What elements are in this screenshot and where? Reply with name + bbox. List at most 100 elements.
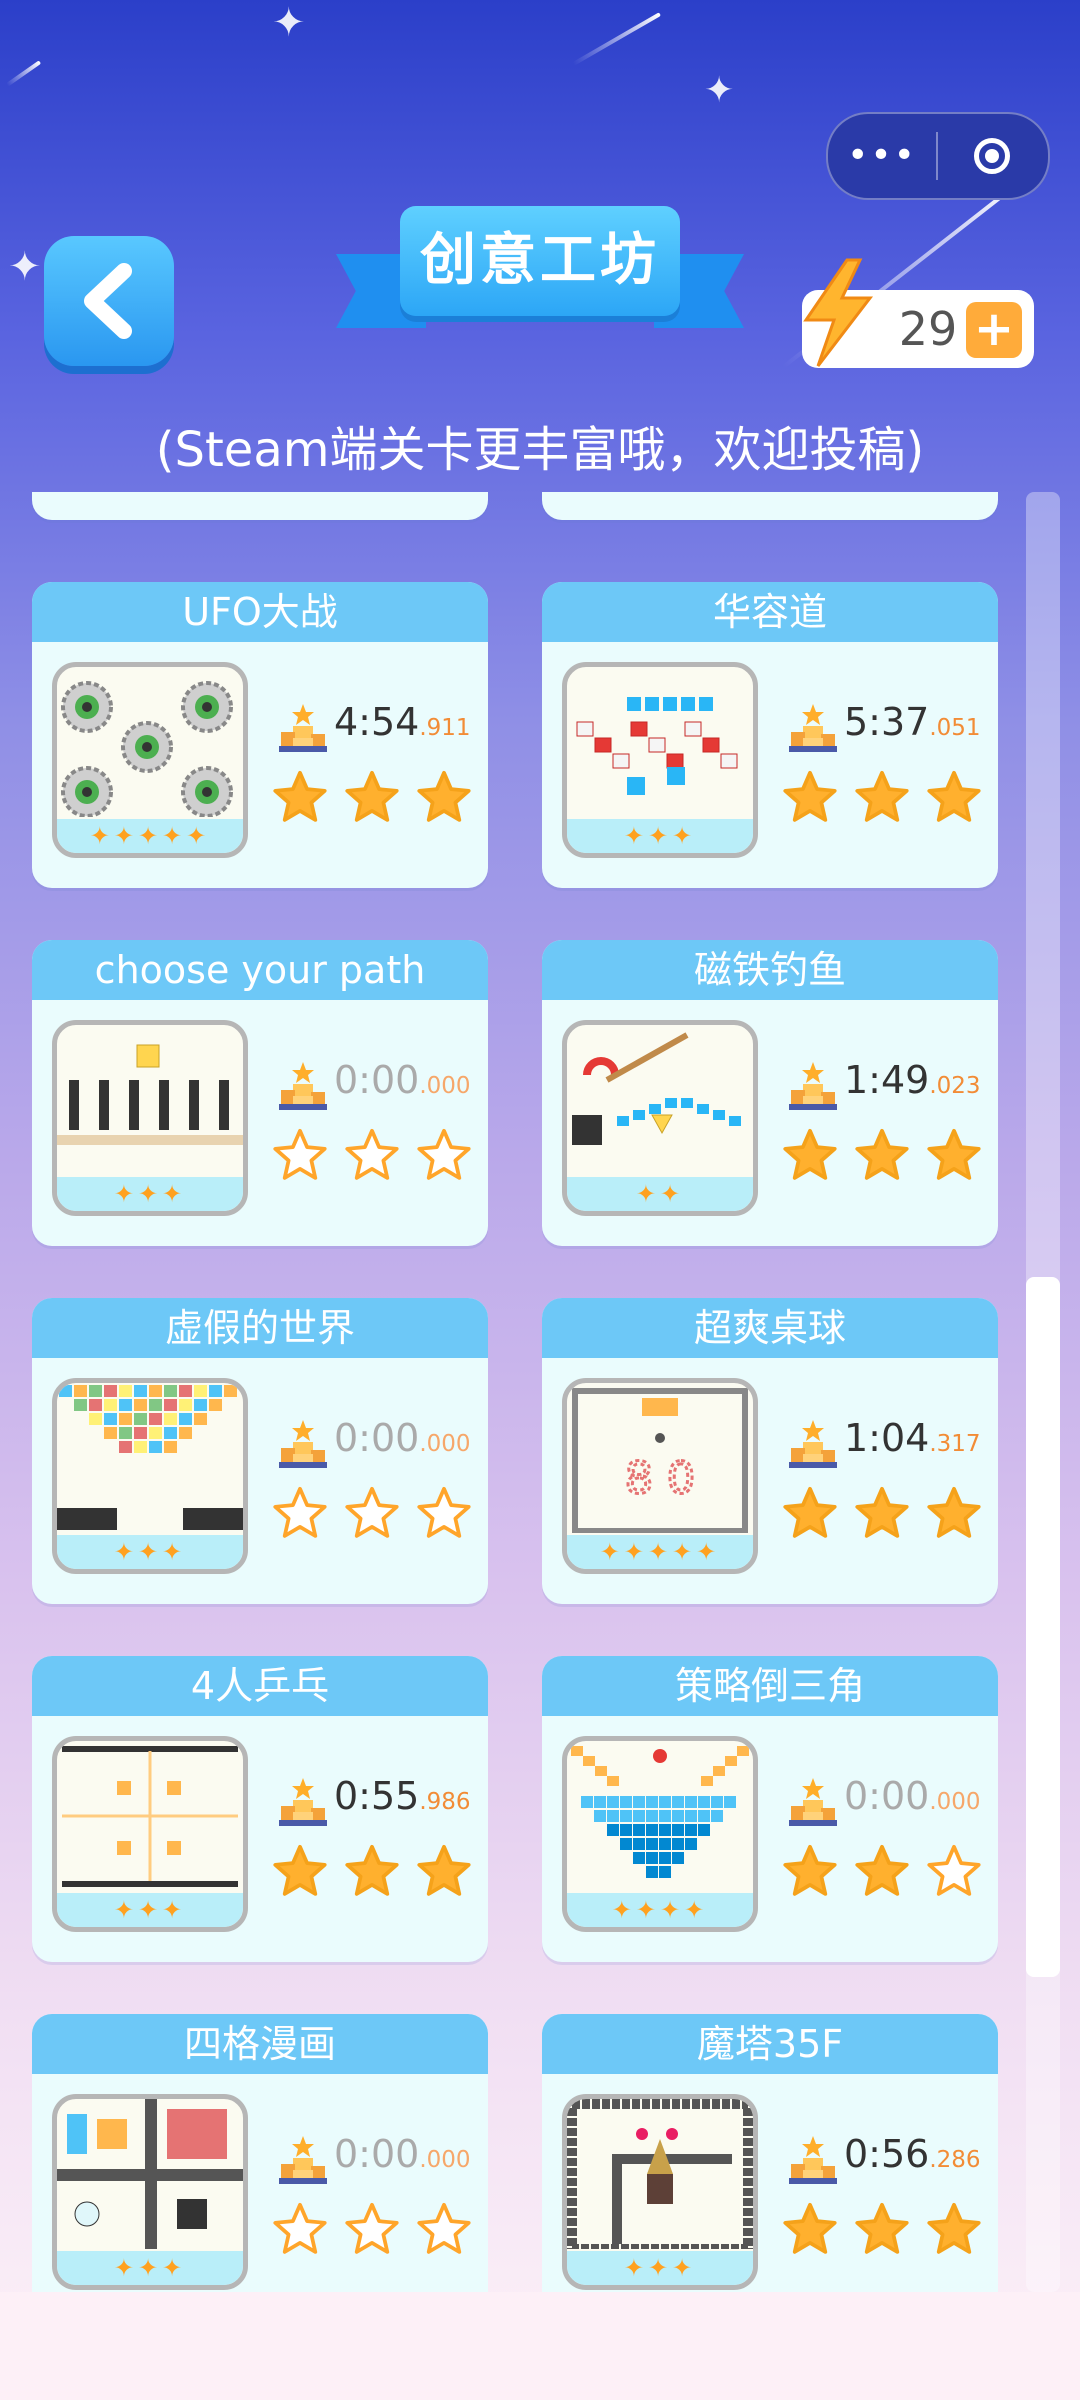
star-filled-icon xyxy=(783,1844,837,1896)
podium-trophy-icon xyxy=(279,1420,327,1468)
thumbnail-stars: ✦✦✦ xyxy=(567,2251,753,2285)
best-time-ms: .286 xyxy=(929,2147,981,2173)
close-miniprogram-button[interactable] xyxy=(938,138,1046,174)
level-card[interactable]: 超爽桌球 8 0 ✦✦✦✦✦ 1:04.317 xyxy=(542,1298,998,1604)
thumbnail-stars: ✦✦✦ xyxy=(57,1535,243,1569)
podium-trophy-icon xyxy=(279,2136,327,2184)
best-time: 0:00.000 xyxy=(334,1416,471,1460)
thumbnail-stars: ✦✦✦ xyxy=(567,819,753,853)
star-rating xyxy=(782,1844,982,1900)
star-empty-icon xyxy=(345,2202,399,2254)
bottom-area xyxy=(0,2292,1080,2400)
star-filled-icon xyxy=(417,1844,471,1896)
level-thumbnail[interactable]: ✦✦✦ xyxy=(52,1020,248,1216)
level-card[interactable]: 磁铁钓鱼 ✦✦ 1:49.023 xyxy=(542,940,998,1246)
level-thumbnail[interactable]: ✦✦✦ xyxy=(562,2094,758,2290)
title-ribbon: 创意工坊 xyxy=(336,206,744,338)
podium-trophy-icon xyxy=(789,1778,837,1826)
level-preview-graphic xyxy=(576,697,738,795)
level-thumbnail[interactable]: ✦✦✦ xyxy=(52,1736,248,1932)
star-filled-icon xyxy=(783,1128,837,1180)
add-energy-button[interactable]: + xyxy=(966,302,1022,358)
level-card[interactable]: 华容道 ✦✦✦ 5:37.051 xyxy=(542,582,998,888)
star-rating xyxy=(272,1486,472,1542)
level-card-partial[interactable] xyxy=(32,492,488,520)
level-thumbnail[interactable]: ✦✦✦ xyxy=(562,662,758,858)
podium-trophy-icon xyxy=(789,1062,837,1110)
star-filled-icon xyxy=(855,770,909,822)
scrollbar-thumb[interactable] xyxy=(1026,1277,1060,1977)
energy-counter: 29 + xyxy=(802,258,1034,368)
thumbnail-stars: ✦✦✦✦✦ xyxy=(57,819,243,853)
star-empty-icon xyxy=(345,1128,399,1180)
chevron-left-icon xyxy=(84,263,132,339)
best-time-badge xyxy=(278,2134,328,2190)
best-time: 0:56.286 xyxy=(844,2132,981,2176)
sparkle-icon: ✦ xyxy=(704,70,735,111)
best-time-main: 0:56 xyxy=(844,2132,930,2176)
level-card[interactable]: 虚假的世界 ✦✦✦ 0:00.000 xyxy=(32,1298,488,1604)
level-title: 磁铁钓鱼 xyxy=(542,940,998,1000)
level-card[interactable]: UFO大战 ✦✦✦✦✦ 4:54.911 xyxy=(32,582,488,888)
best-time-badge xyxy=(788,1060,838,1116)
star-filled-icon xyxy=(855,1128,909,1180)
best-time: 0:00.000 xyxy=(844,1774,981,1818)
level-card-partial[interactable] xyxy=(542,492,998,520)
level-thumbnail[interactable]: 8 0 ✦✦✦✦✦ xyxy=(562,1378,758,1574)
best-time: 4:54.911 xyxy=(334,700,471,744)
star-empty-icon xyxy=(417,2202,471,2254)
best-time-badge xyxy=(788,1776,838,1832)
star-rating xyxy=(782,1486,982,1542)
podium-trophy-icon xyxy=(279,704,327,752)
level-list[interactable]: UFO大战 ✦✦✦✦✦ 4:54.911 华容道 ✦✦✦ 5:37.051 choose y… xyxy=(0,492,1080,2292)
star-filled-icon xyxy=(927,1486,981,1538)
best-time-badge xyxy=(788,1418,838,1474)
star-filled-icon xyxy=(273,1844,327,1896)
star-empty-icon xyxy=(927,1844,981,1896)
level-preview-graphic xyxy=(57,2099,243,2249)
meteor-decoration xyxy=(6,60,42,87)
level-title: 四格漫画 xyxy=(32,2014,488,2074)
best-time-badge xyxy=(278,702,328,758)
star-filled-icon xyxy=(927,770,981,822)
level-card[interactable]: 魔塔35F ✦✦✦ 0:56.286 xyxy=(542,2014,998,2292)
star-empty-icon xyxy=(273,1128,327,1180)
star-filled-icon xyxy=(927,1128,981,1180)
level-title: UFO大战 xyxy=(32,582,488,642)
star-empty-icon xyxy=(345,1486,399,1538)
level-card[interactable]: 4人乒乓 ✦✦✦ 0:55.986 xyxy=(32,1656,488,1962)
best-time-ms: .000 xyxy=(419,1073,471,1099)
miniprogram-capsule: ••• xyxy=(826,112,1050,200)
level-thumbnail[interactable]: ✦✦✦✦✦ xyxy=(52,662,248,858)
podium-trophy-icon xyxy=(789,1420,837,1468)
level-thumbnail[interactable]: ✦✦✦ xyxy=(52,1378,248,1574)
page-title: 创意工坊 xyxy=(400,206,680,316)
level-title: 虚假的世界 xyxy=(32,1298,488,1358)
meteor-decoration xyxy=(572,12,661,66)
level-title: 华容道 xyxy=(542,582,998,642)
level-card[interactable]: choose your path ✦✦✦ 0:00.000 xyxy=(32,940,488,1246)
level-card[interactable]: 四格漫画 ✦✦✦ 0:00.000 xyxy=(32,2014,488,2292)
back-button[interactable] xyxy=(44,236,174,366)
best-time-ms: .000 xyxy=(929,1789,981,1815)
star-rating xyxy=(782,770,982,826)
star-filled-icon xyxy=(783,770,837,822)
thumbnail-stars: ✦✦✦✦✦ xyxy=(567,1535,753,1569)
level-title: 魔塔35F xyxy=(542,2014,998,2074)
best-time: 1:49.023 xyxy=(844,1058,981,1102)
level-thumbnail[interactable]: ✦✦✦✦ xyxy=(562,1736,758,1932)
level-thumbnail[interactable]: ✦✦ xyxy=(562,1020,758,1216)
best-time: 0:00.000 xyxy=(334,1058,471,1102)
best-time-badge xyxy=(278,1418,328,1474)
level-card[interactable]: 策略倒三角 ✦✦✦✦ 0:00.000 xyxy=(542,1656,998,1962)
level-title: choose your path xyxy=(32,940,488,1000)
level-preview-graphic xyxy=(572,1032,741,1145)
page-subtitle: (Steam端关卡更丰富哦，欢迎投稿) xyxy=(155,422,925,478)
best-time-main: 0:00 xyxy=(844,1774,930,1818)
scrollbar[interactable] xyxy=(1026,492,1060,2292)
star-filled-icon xyxy=(783,2202,837,2254)
more-menu-button[interactable]: ••• xyxy=(828,114,936,198)
thumbnail-stars: ✦✦✦ xyxy=(57,1177,243,1211)
level-thumbnail[interactable]: ✦✦✦ xyxy=(52,2094,248,2290)
best-time-ms: .986 xyxy=(419,1789,471,1815)
